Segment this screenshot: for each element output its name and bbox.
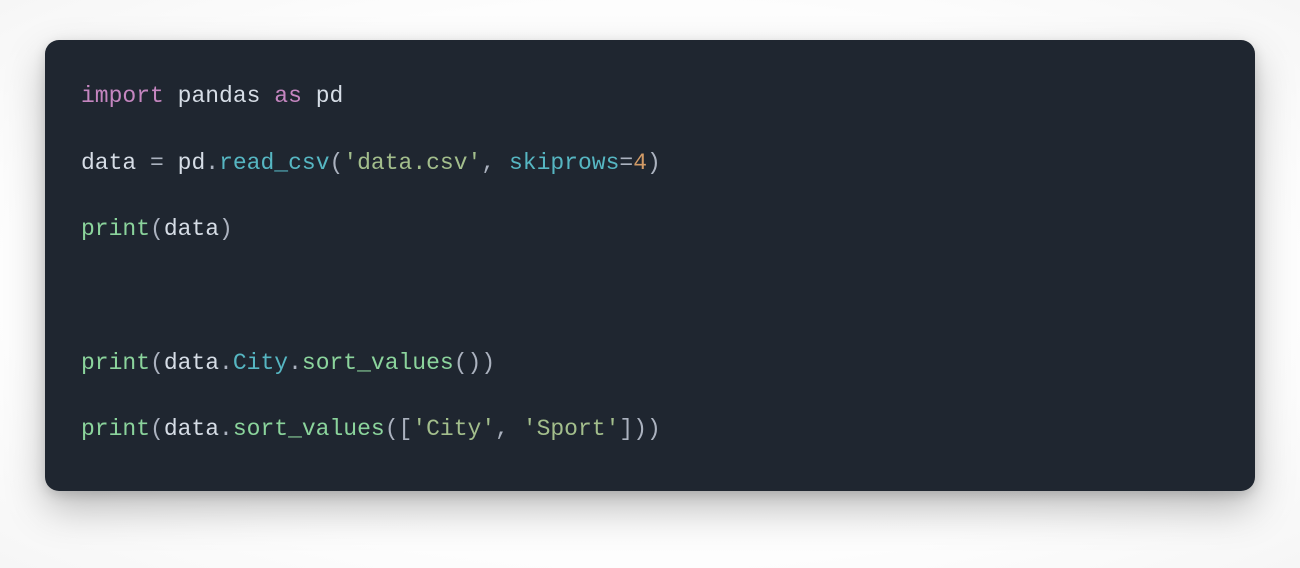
token-punct: (: [330, 150, 344, 176]
token-function: print: [81, 216, 150, 242]
token-punct: ,: [495, 416, 509, 442]
blank-line: [81, 180, 1219, 213]
token-punct: .: [205, 150, 219, 176]
token-string: 'data.csv': [343, 150, 481, 176]
token-identifier: data: [81, 150, 136, 176]
code-line: print(data.sort_values(['City', 'Sport']…: [81, 413, 1219, 446]
blank-line: [81, 113, 1219, 146]
token-method: sort_values: [233, 416, 385, 442]
token-punct: ): [647, 416, 661, 442]
token-punct: ]: [619, 416, 633, 442]
token-string: 'City': [412, 416, 495, 442]
page-background: import pandas as pddata = pd.read_csv('d…: [0, 0, 1300, 568]
code-line: print(data.City.sort_values()): [81, 347, 1219, 380]
blank-line: [81, 380, 1219, 413]
token-punct: [: [399, 416, 413, 442]
token-punct: ): [647, 150, 661, 176]
token-identifier: pd: [178, 150, 206, 176]
token-punct: (: [150, 216, 164, 242]
token-keyword: as: [274, 83, 302, 109]
token-punct: (: [454, 350, 468, 376]
token-punct: ): [219, 216, 233, 242]
token-keyword: import: [81, 83, 164, 109]
token-operator: =: [619, 150, 633, 176]
token-identifier: data: [164, 216, 219, 242]
token-punct: ): [468, 350, 482, 376]
code-block[interactable]: import pandas as pddata = pd.read_csv('d…: [81, 80, 1219, 447]
token-punct: (: [150, 350, 164, 376]
code-line: print(data): [81, 213, 1219, 246]
token-punct: (: [150, 416, 164, 442]
token-function: print: [81, 416, 150, 442]
token-operator: =: [150, 150, 164, 176]
code-card: import pandas as pddata = pd.read_csv('d…: [45, 40, 1255, 491]
token-punct: .: [219, 416, 233, 442]
token-identifier: pd: [316, 83, 344, 109]
token-punct: .: [288, 350, 302, 376]
token-method: read_csv: [219, 150, 329, 176]
blank-line: [81, 247, 1219, 280]
token-string: 'Sport': [523, 416, 620, 442]
token-function: print: [81, 350, 150, 376]
code-line: import pandas as pd: [81, 80, 1219, 113]
token-punct: ,: [481, 150, 495, 176]
token-identifier: data: [164, 416, 219, 442]
token-punct: (: [385, 416, 399, 442]
token-identifier: data: [164, 350, 219, 376]
token-identifier: pandas: [178, 83, 261, 109]
blank-line: [81, 313, 1219, 346]
token-number: 4: [633, 150, 647, 176]
code-line: data = pd.read_csv('data.csv', skiprows=…: [81, 147, 1219, 180]
token-attribute: City: [233, 350, 288, 376]
token-kwarg: skiprows: [509, 150, 619, 176]
token-method: sort_values: [302, 350, 454, 376]
token-punct: ): [481, 350, 495, 376]
blank-line: [81, 280, 1219, 313]
token-punct: .: [219, 350, 233, 376]
token-punct: ): [633, 416, 647, 442]
